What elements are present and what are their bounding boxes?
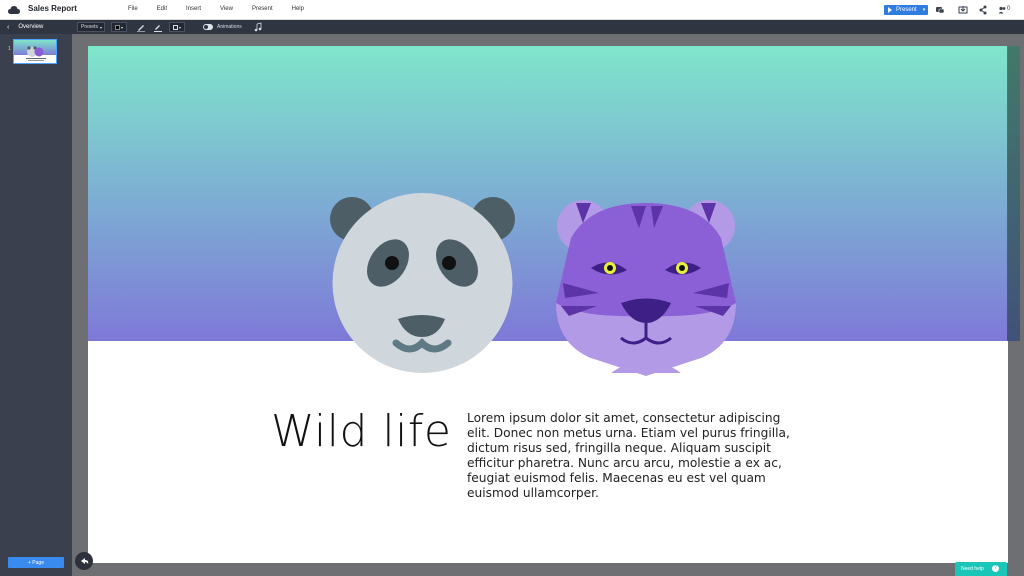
animations-toggle[interactable] <box>203 24 213 30</box>
chevron-left-icon: ‹ <box>7 23 10 31</box>
menu-view[interactable]: View <box>220 6 233 12</box>
collaborators-count: 0 <box>1007 6 1011 12</box>
menu-file[interactable]: File <box>128 6 138 12</box>
slides-sidebar: 1 + Page <box>0 34 72 576</box>
comments-icon[interactable] <box>935 5 945 15</box>
document-title[interactable]: Sales Report <box>28 4 77 13</box>
thumbnail-animals-icon <box>26 46 46 61</box>
animations-label: Animations <box>217 24 242 30</box>
slide-number: 1 <box>8 46 11 52</box>
toolbar: ‹ Overview Presets ▾ ▾ ▾ Animations <box>0 20 1024 34</box>
menu-help[interactable]: Help <box>292 6 304 12</box>
export-icon[interactable] <box>958 5 968 15</box>
tiger-icon[interactable] <box>551 198 741 376</box>
undo-button[interactable] <box>75 552 93 570</box>
present-button[interactable]: Present ▾ <box>884 5 928 15</box>
fill-color-dropdown[interactable]: ▾ <box>111 22 127 32</box>
share-icon[interactable] <box>978 5 988 15</box>
panda-icon[interactable] <box>330 191 515 376</box>
add-page-button[interactable]: + Page <box>8 557 64 568</box>
chevron-down-icon: ▾ <box>178 24 181 30</box>
chevron-down-icon: ▾ <box>99 24 102 30</box>
overview-label: Overview <box>18 24 44 30</box>
slide-canvas[interactable]: Wild life Lorem ipsum dolor sit amet, co… <box>88 46 1008 563</box>
need-help-button[interactable]: Need help ? <box>955 562 1007 576</box>
slide-thumbnail[interactable] <box>13 39 57 64</box>
border-swatch-icon <box>173 24 178 30</box>
overview-button[interactable]: ‹ Overview <box>0 20 72 34</box>
play-icon <box>888 7 892 13</box>
menu-present[interactable]: Present <box>252 6 273 12</box>
pen-icon[interactable] <box>136 22 146 32</box>
line-style-icon[interactable] <box>153 22 163 32</box>
chevron-down-icon[interactable]: ▾ <box>923 7 926 13</box>
color-swatch-icon <box>115 24 120 30</box>
chevron-down-icon: ▾ <box>120 24 123 30</box>
cloud-logo-icon[interactable] <box>8 5 20 15</box>
slide-body-text[interactable]: Lorem ipsum dolor sit amet, consectetur … <box>467 411 797 501</box>
undo-icon <box>81 558 89 564</box>
present-button-label: Present <box>896 7 917 13</box>
slide-edge-strip <box>1007 46 1020 341</box>
presets-label: Presets <box>81 24 98 30</box>
menu-insert[interactable]: Insert <box>186 6 201 12</box>
need-help-label: Need help <box>961 566 984 572</box>
presets-dropdown[interactable]: Presets ▾ <box>77 22 105 32</box>
music-note-icon[interactable] <box>253 22 263 32</box>
slide-background-gradient[interactable] <box>88 46 1008 341</box>
slide-title[interactable]: Wild life <box>271 406 451 457</box>
menu-bar: File Edit Insert View Present Help <box>128 6 323 12</box>
border-dropdown[interactable]: ▾ <box>169 22 185 32</box>
help-question-icon: ? <box>992 565 999 572</box>
top-bar: Sales Report File Edit Insert View Prese… <box>0 0 1024 20</box>
menu-edit[interactable]: Edit <box>157 6 167 12</box>
